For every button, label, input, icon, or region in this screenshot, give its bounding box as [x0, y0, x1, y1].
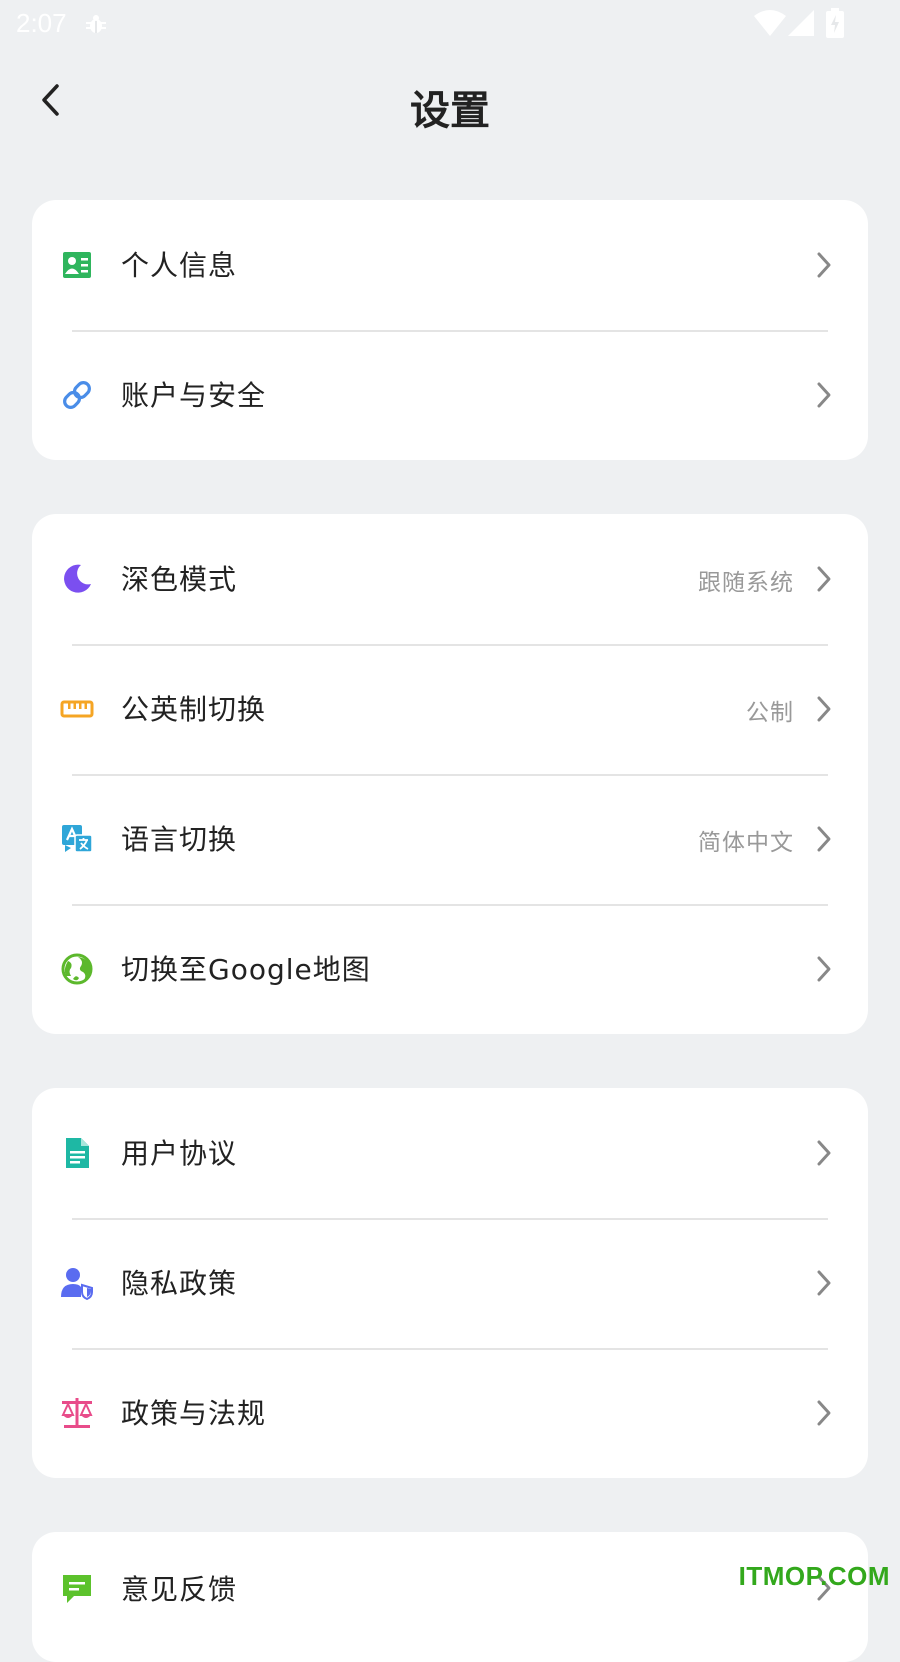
cellular-signal-icon: [788, 10, 814, 40]
moon-icon: [60, 562, 94, 596]
bug-icon: [84, 12, 108, 40]
settings-item-value: 简体中文: [698, 830, 794, 856]
document-icon: [60, 1136, 94, 1170]
chevron-right-icon: [814, 1267, 834, 1299]
settings-item-label: 隐私政策: [121, 1267, 238, 1300]
settings-item-regulations[interactable]: 政策与法规: [32, 1348, 868, 1478]
battery-charging-icon: [826, 8, 844, 42]
settings-group-preferences: 深色模式 跟随系统 公英制切换 公制 语言切换 简体中文 切换至Google地图: [32, 514, 868, 1034]
chevron-right-icon: [814, 1137, 834, 1169]
settings-item-user-agreement[interactable]: 用户协议: [32, 1088, 868, 1218]
settings-item-dark-mode[interactable]: 深色模式 跟随系统: [32, 514, 868, 644]
settings-item-personal-info[interactable]: 个人信息: [32, 200, 868, 330]
chevron-right-icon: [814, 563, 834, 595]
settings-item-label: 账户与安全: [121, 379, 267, 412]
scale-icon: [60, 1396, 94, 1430]
user-shield-icon: [60, 1266, 94, 1300]
status-time: 2:07: [16, 8, 67, 38]
chevron-right-icon: [814, 379, 834, 411]
link-icon: [60, 378, 94, 412]
status-bar: 2:07: [0, 0, 900, 48]
settings-item-label: 切换至Google地图: [121, 953, 371, 986]
settings-item-value: 公制: [746, 700, 794, 726]
settings-item-label: 政策与法规: [121, 1397, 267, 1430]
settings-item-label: 意见反馈: [121, 1573, 238, 1606]
settings-item-label: 语言切换: [121, 823, 238, 856]
feedback-icon: [60, 1572, 94, 1606]
chevron-right-icon: [814, 693, 834, 725]
chevron-right-icon: [814, 953, 834, 985]
settings-group-legal: 用户协议 隐私政策 政策与法规: [32, 1088, 868, 1478]
chevron-right-icon: [814, 1397, 834, 1429]
settings-item-label: 用户协议: [121, 1137, 238, 1170]
settings-item-label: 个人信息: [121, 249, 238, 282]
settings-item-value: 跟随系统: [698, 570, 794, 596]
settings-item-unit-system[interactable]: 公英制切换 公制: [32, 644, 868, 774]
header: 设置: [0, 48, 900, 160]
settings-item-label: 深色模式: [121, 563, 238, 596]
wifi-icon: [754, 10, 786, 40]
settings-item-label: 公英制切换: [121, 693, 267, 726]
globe-icon: [60, 952, 94, 986]
settings-item-feedback[interactable]: 意见反馈: [32, 1532, 868, 1662]
settings-item-account-security[interactable]: 账户与安全: [32, 330, 868, 460]
id-card-icon: [60, 248, 94, 282]
watermark-text: ITMOP.COM: [738, 1561, 890, 1591]
settings-item-language[interactable]: 语言切换 简体中文: [32, 774, 868, 904]
page-title: 设置: [410, 88, 490, 134]
ruler-icon: [60, 692, 94, 726]
settings-item-privacy-policy[interactable]: 隐私政策: [32, 1218, 868, 1348]
chevron-right-icon: [814, 823, 834, 855]
translate-icon: [60, 822, 94, 856]
chevron-right-icon: [814, 249, 834, 281]
settings-item-google-maps[interactable]: 切换至Google地图: [32, 904, 868, 1034]
settings-group-account: 个人信息 账户与安全: [32, 200, 868, 460]
settings-group-feedback: 意见反馈: [32, 1532, 868, 1662]
